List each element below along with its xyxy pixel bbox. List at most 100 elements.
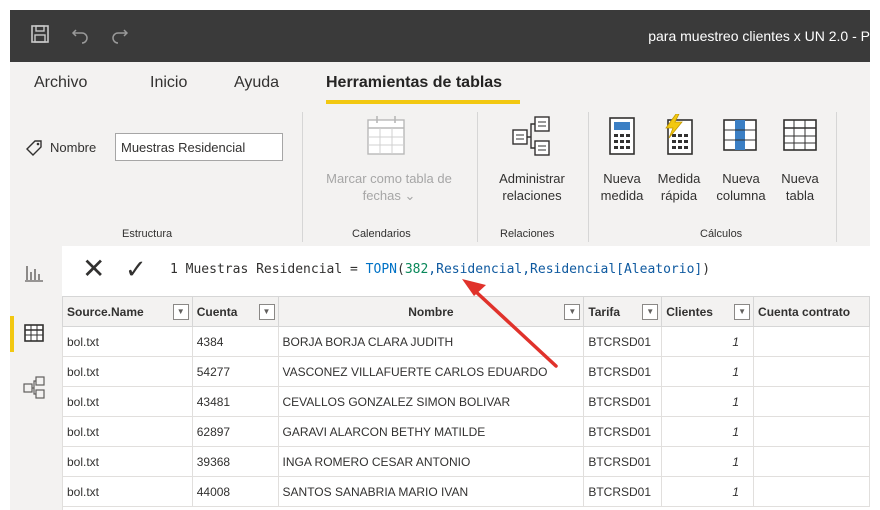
formula-arguments: ,Residencial, (428, 262, 531, 277)
cell-clientes[interactable]: 1 (661, 386, 755, 417)
cell-cuenta-contrato[interactable] (753, 476, 870, 507)
cell-cuenta-contrato[interactable] (753, 386, 870, 417)
filter-dropdown-icon[interactable]: ▼ (642, 304, 659, 320)
tag-icon (24, 138, 44, 163)
ribbon: Nombre Estructura Marcar como tabla de f… (10, 106, 870, 247)
cell-cuenta-contrato[interactable] (753, 416, 870, 447)
cell-source-name[interactable]: bol.txt (62, 446, 193, 477)
tab-inicio[interactable]: Inicio (150, 74, 187, 92)
cell-clientes[interactable]: 1 (661, 416, 755, 447)
calendar-icon (366, 114, 406, 161)
new-table-button[interactable]: Nueva tabla (774, 170, 826, 204)
cell-clientes[interactable]: 1 (661, 476, 755, 507)
cell-nombre[interactable]: CEVALLOS GONZALEZ SIMON BOLIVAR (277, 386, 585, 417)
model-view-icon[interactable] (23, 376, 45, 405)
cell-cuenta[interactable]: 54277 (191, 356, 279, 387)
cell-clientes[interactable]: 1 (661, 356, 755, 387)
column-header-nombre[interactable]: Nombre ▼ (277, 296, 585, 327)
cell-source-name[interactable]: bol.txt (62, 476, 193, 507)
filter-dropdown-icon[interactable]: ▼ (258, 304, 275, 320)
save-icon[interactable] (30, 24, 50, 49)
new-measure-label-2: medida (600, 188, 644, 203)
cell-tarifa[interactable]: BTCRSD01 (583, 326, 663, 357)
mark-as-date-table-label-1: Marcar como tabla de (326, 171, 452, 186)
redo-icon[interactable] (110, 24, 130, 49)
table-row[interactable]: bol.txt 54277 VASCONEZ VILLAFUERTE CARLO… (62, 356, 870, 387)
manage-relationships-button[interactable]: Administrar relaciones (484, 170, 580, 204)
table-row[interactable]: bol.txt 43481 CEVALLOS GONZALEZ SIMON BO… (62, 386, 870, 417)
cell-cuenta[interactable]: 4384 (191, 326, 279, 357)
cell-cuenta[interactable]: 44008 (191, 476, 279, 507)
data-grid: Source.Name ▼ Cuenta ▼ Nombre ▼ Tarifa ▼ Cli… (62, 296, 870, 510)
cell-nombre[interactable]: BORJA BORJA CLARA JUDITH (277, 326, 585, 357)
mark-as-date-table-button[interactable]: Marcar como tabla de fechas ⌄ (308, 170, 470, 204)
report-view-icon[interactable] (23, 262, 45, 289)
cell-nombre[interactable]: VASCONEZ VILLAFUERTE CARLOS EDUARDO (277, 356, 585, 387)
group-label-relaciones: Relaciones (500, 228, 555, 240)
table-row[interactable]: bol.txt 44008 SANTOS SANABRIA MARIO IVAN… (62, 476, 870, 507)
commit-formula-button[interactable]: ✓ (125, 254, 147, 284)
formula-close-paren: ) (702, 262, 711, 277)
filter-dropdown-icon[interactable]: ▼ (564, 304, 581, 320)
active-tab-indicator (326, 100, 520, 104)
column-header-tarifa[interactable]: Tarifa ▼ (583, 296, 663, 327)
cell-nombre[interactable]: SANTOS SANABRIA MARIO IVAN (277, 476, 585, 507)
quick-measure-label-1: Medida (657, 171, 701, 186)
cancel-formula-button[interactable]: ✕ (82, 254, 105, 284)
cell-source-name[interactable]: bol.txt (62, 386, 193, 417)
new-column-label-2: columna (716, 188, 766, 203)
column-header-clientes[interactable]: Clientes ▼ (661, 296, 755, 327)
formula-bar: ✕ ✓ 1 Muestras Residencial = TOPN(382,Re… (62, 246, 870, 297)
new-column-button[interactable]: Nueva columna (708, 170, 774, 204)
cell-nombre[interactable]: GARAVI ALARCON BETHY MATILDE (277, 416, 585, 447)
column-header-cuenta[interactable]: Cuenta ▼ (191, 296, 279, 327)
formula-editor[interactable]: 1 Muestras Residencial = TOPN(382,Reside… (170, 262, 710, 277)
quick-measure-button[interactable]: Medida rápida (650, 170, 708, 204)
cell-cuenta-contrato[interactable] (753, 326, 870, 357)
column-header-label: Source.Name (67, 304, 144, 319)
formula-line-number: 1 (170, 262, 178, 277)
column-header-source-name[interactable]: Source.Name ▼ (62, 296, 193, 327)
filter-dropdown-icon[interactable]: ▼ (734, 304, 751, 320)
cell-source-name[interactable]: bol.txt (62, 326, 193, 357)
table-row[interactable]: bol.txt 62897 GARAVI ALARCON BETHY MATIL… (62, 416, 870, 447)
tab-archivo[interactable]: Archivo (34, 74, 87, 92)
filter-dropdown-icon[interactable]: ▼ (172, 304, 189, 320)
column-header-label: Tarifa (588, 304, 621, 319)
cell-cuenta[interactable]: 62897 (191, 416, 279, 447)
active-view-indicator (10, 316, 14, 352)
cell-tarifa[interactable]: BTCRSD01 (583, 386, 663, 417)
quick-measure-icon (662, 113, 696, 161)
cell-tarifa[interactable]: BTCRSD01 (583, 446, 663, 477)
cell-nombre[interactable]: INGA ROMERO CESAR ANTONIO (277, 446, 585, 477)
cell-cuenta[interactable]: 43481 (191, 386, 279, 417)
title-bar: para muestreo clientes x UN 2.0 - P (10, 10, 870, 62)
cell-cuenta-contrato[interactable] (753, 446, 870, 477)
cell-cuenta-contrato[interactable] (753, 356, 870, 387)
table-row[interactable]: bol.txt 39368 INGA ROMERO CESAR ANTONIO … (62, 446, 870, 477)
data-table: Source.Name ▼ Cuenta ▼ Nombre ▼ Tarifa ▼ Cli… (62, 296, 870, 507)
cell-source-name[interactable]: bol.txt (62, 416, 193, 447)
formula-function: TOPN (365, 262, 397, 277)
cell-source-name[interactable]: bol.txt (62, 356, 193, 387)
formula-prefix: Muestras Residencial = (177, 262, 366, 277)
new-measure-label-1: Nueva (603, 171, 641, 186)
column-header-cuenta-contrato[interactable]: Cuenta contrato (753, 296, 870, 327)
table-row[interactable]: bol.txt 4384 BORJA BORJA CLARA JUDITH BT… (62, 326, 870, 357)
data-view-icon[interactable] (23, 322, 45, 349)
column-header-label: Nombre (408, 304, 454, 319)
new-table-icon (782, 118, 818, 157)
cell-tarifa[interactable]: BTCRSD01 (583, 416, 663, 447)
new-measure-button[interactable]: Nueva medida (596, 170, 648, 204)
undo-icon[interactable] (70, 24, 90, 49)
group-label-calculos: Cálculos (700, 228, 743, 240)
tab-ayuda[interactable]: Ayuda (234, 74, 279, 92)
cell-tarifa[interactable]: BTCRSD01 (583, 476, 663, 507)
table-name-input[interactable] (115, 133, 283, 161)
tab-herramientas-de-tablas[interactable]: Herramientas de tablas (326, 74, 502, 92)
cell-cuenta[interactable]: 39368 (191, 446, 279, 477)
cell-tarifa[interactable]: BTCRSD01 (583, 356, 663, 387)
cell-clientes[interactable]: 1 (661, 326, 755, 357)
manage-relationships-label-2: relaciones (502, 188, 562, 203)
cell-clientes[interactable]: 1 (661, 446, 755, 477)
